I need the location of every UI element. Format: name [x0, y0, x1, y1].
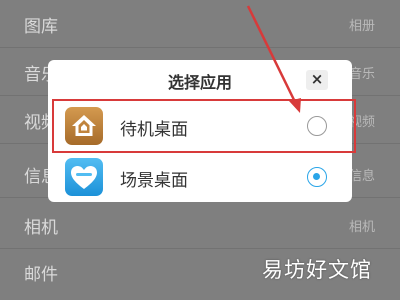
watermark-text: 易坊好文馆	[262, 258, 372, 282]
